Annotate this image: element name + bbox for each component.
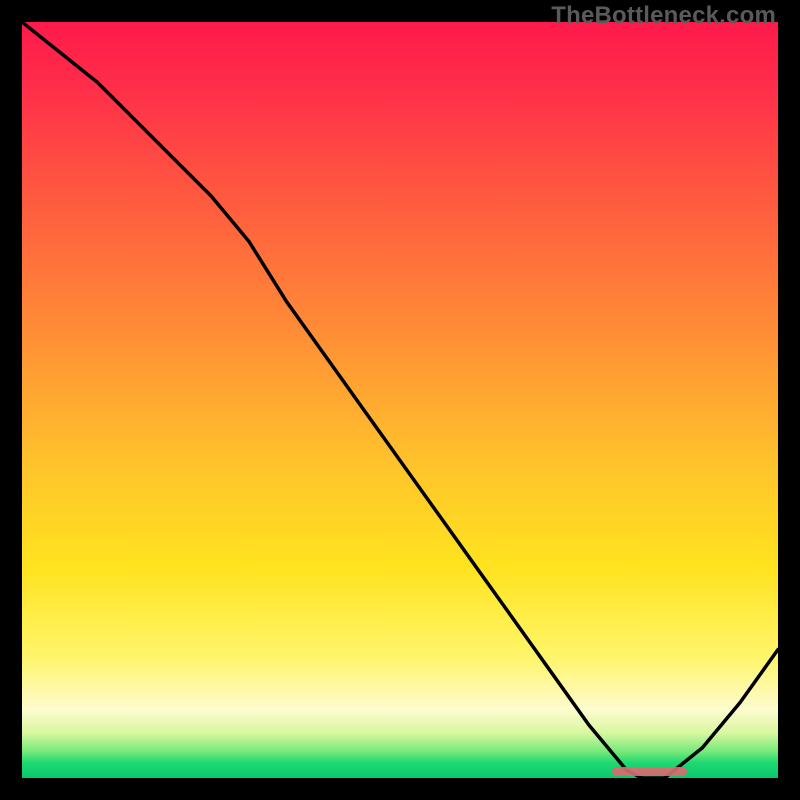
watermark-label: TheBottleneck.com <box>551 2 776 30</box>
optimal-zone-marker <box>612 767 688 776</box>
bottleneck-curve <box>22 22 778 778</box>
chart-frame: TheBottleneck.com <box>0 0 800 800</box>
plot-area <box>22 22 778 778</box>
